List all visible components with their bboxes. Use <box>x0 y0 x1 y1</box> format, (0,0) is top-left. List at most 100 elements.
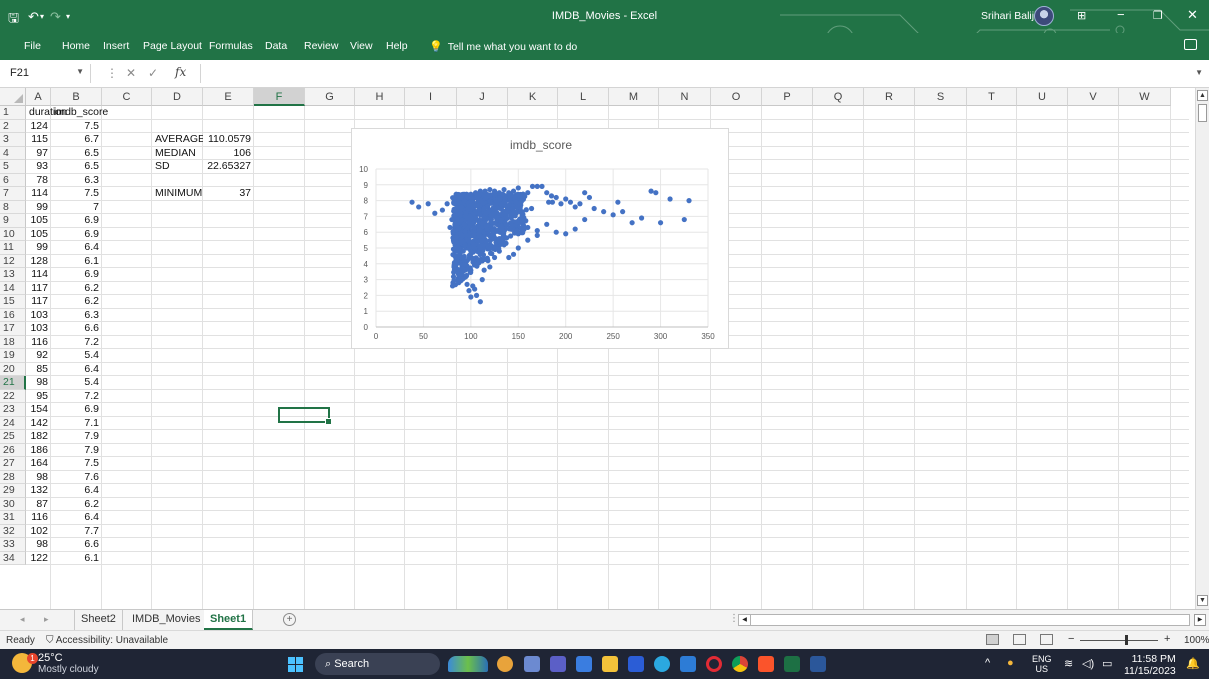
row-header[interactable]: 15 <box>0 295 26 309</box>
tab-formulas[interactable]: Formulas <box>209 40 253 52</box>
column-header-v[interactable]: V <box>1068 88 1119 106</box>
cell-a22[interactable]: 95 <box>26 390 51 404</box>
scatter-chart[interactable]: imdb_score 0 1 2 3 4 5 6 7 8 9 10 0 50 100 150 200 250 300… <box>351 128 729 349</box>
user-name[interactable]: Srihari Baliji <box>981 10 1036 22</box>
cancel-icon[interactable]: ✕ <box>126 66 136 80</box>
teams-icon[interactable] <box>550 656 566 672</box>
tell-me-search[interactable]: 💡 Tell me what you want to do <box>429 40 577 53</box>
prev-sheet-icon[interactable]: ◂ <box>20 614 25 625</box>
cell-a6[interactable]: 78 <box>26 174 51 188</box>
column-header-g[interactable]: G <box>305 88 355 106</box>
enter-icon[interactable]: ✓ <box>148 66 158 80</box>
row-header[interactable]: 25 <box>0 430 26 444</box>
notifications-icon[interactable]: 🔔 <box>1186 657 1200 670</box>
next-sheet-icon[interactable]: ▸ <box>44 614 49 625</box>
scroll-left-icon[interactable]: ◀ <box>739 615 751 625</box>
cell-a27[interactable]: 164 <box>26 457 51 471</box>
cell-a3[interactable]: 115 <box>26 133 51 147</box>
comments-icon[interactable] <box>1184 39 1197 50</box>
chevron-down-icon[interactable]: ▼ <box>76 67 84 76</box>
cell-b16[interactable]: 6.3 <box>51 309 102 323</box>
row-header[interactable]: 9 <box>0 214 26 228</box>
row-header[interactable]: 6 <box>0 173 26 187</box>
column-header-e[interactable]: E <box>203 88 254 106</box>
vertical-scrollbar[interactable]: ▲ ▼ <box>1195 88 1209 609</box>
brave-icon[interactable] <box>758 656 774 672</box>
row-header[interactable]: 21 <box>0 376 26 390</box>
column-header-p[interactable]: P <box>762 88 813 106</box>
cell-b27[interactable]: 7.5 <box>51 457 102 471</box>
cell-b31[interactable]: 6.4 <box>51 511 102 525</box>
stat-label[interactable]: MINIMUM <box>152 187 203 201</box>
sheet-tab-sheet2[interactable]: Sheet2 <box>74 610 123 630</box>
tab-file[interactable]: File <box>24 40 41 52</box>
cell-b2[interactable]: 7.5 <box>51 120 102 134</box>
expand-formula-bar-icon[interactable]: ▼ <box>1195 68 1203 77</box>
cell-b21[interactable]: 5.4 <box>51 376 102 390</box>
scroll-thumb[interactable] <box>1198 104 1207 122</box>
todo-icon[interactable] <box>680 656 696 672</box>
scroll-down-icon[interactable]: ▼ <box>1197 595 1208 606</box>
column-header-l[interactable]: L <box>558 88 609 106</box>
word-taskbar-icon[interactable] <box>810 656 826 672</box>
tab-help[interactable]: Help <box>386 40 408 52</box>
row-header[interactable]: 3 <box>0 133 26 147</box>
cell-a18[interactable]: 116 <box>26 336 51 350</box>
column-header-n[interactable]: N <box>659 88 711 106</box>
row-header[interactable]: 7 <box>0 187 26 201</box>
cell-b19[interactable]: 5.4 <box>51 349 102 363</box>
taskbar-search[interactable]: ⌕ Search <box>315 653 440 675</box>
cell-a11[interactable]: 99 <box>26 241 51 255</box>
cell-a4[interactable]: 97 <box>26 147 51 161</box>
avatar[interactable] <box>1034 6 1054 26</box>
windows-start-icon[interactable] <box>288 657 303 672</box>
row-header[interactable]: 11 <box>0 241 26 255</box>
cell-b4[interactable]: 6.5 <box>51 147 102 161</box>
cell-a29[interactable]: 132 <box>26 484 51 498</box>
column-header-i[interactable]: I <box>405 88 457 106</box>
cell-b32[interactable]: 7.7 <box>51 525 102 539</box>
column-header-t[interactable]: T <box>967 88 1017 106</box>
zoom-slider[interactable] <box>1080 640 1158 641</box>
column-header-h[interactable]: H <box>355 88 405 106</box>
row-header[interactable]: 4 <box>0 146 26 160</box>
tab-review[interactable]: Review <box>304 40 338 52</box>
row-header[interactable]: 24 <box>0 416 26 430</box>
cell-b11[interactable]: 6.4 <box>51 241 102 255</box>
horizontal-scrollbar[interactable]: ◀ ▶ <box>738 614 1206 626</box>
row-header[interactable]: 19 <box>0 349 26 363</box>
select-all-corner[interactable] <box>0 88 26 106</box>
row-header[interactable]: 20 <box>0 362 26 376</box>
stat-value[interactable]: 37 <box>203 187 254 201</box>
cell-a14[interactable]: 117 <box>26 282 51 296</box>
scroll-right-icon[interactable]: ▶ <box>1194 614 1206 626</box>
cell-b14[interactable]: 6.2 <box>51 282 102 296</box>
row-header[interactable]: 28 <box>0 470 26 484</box>
name-box[interactable]: F21 ▼ <box>6 64 91 83</box>
cell-b15[interactable]: 6.2 <box>51 295 102 309</box>
stat-value[interactable]: 110.0579 <box>203 133 254 147</box>
cell-a31[interactable]: 116 <box>26 511 51 525</box>
tab-data[interactable]: Data <box>265 40 287 52</box>
cell-a21[interactable]: 98 <box>26 376 51 390</box>
column-header-c[interactable]: C <box>102 88 152 106</box>
weather-widget[interactable]: 25°C Mostly cloudy <box>38 652 99 676</box>
system-clock[interactable]: 11:58 PM 11/15/2023 <box>1124 653 1176 677</box>
row-header[interactable]: 16 <box>0 308 26 322</box>
column-header-k[interactable]: K <box>508 88 558 106</box>
column-header-j[interactable]: J <box>457 88 508 106</box>
tray-overflow-icon[interactable]: ^ <box>985 657 990 669</box>
page-layout-view-icon[interactable] <box>1013 634 1026 645</box>
column-header-s[interactable]: S <box>915 88 967 106</box>
row-header[interactable]: 31 <box>0 511 26 525</box>
tab-home[interactable]: Home <box>62 40 90 52</box>
cell-a7[interactable]: 114 <box>26 187 51 201</box>
row-header[interactable]: 13 <box>0 268 26 282</box>
row-header[interactable]: 26 <box>0 443 26 457</box>
tab-insert[interactable]: Insert <box>103 40 129 52</box>
zoom-out-icon[interactable]: − <box>1068 633 1074 645</box>
cell-a25[interactable]: 182 <box>26 430 51 444</box>
file-explorer-icon[interactable] <box>602 656 618 672</box>
wifi-icon[interactable]: ≋ <box>1064 657 1073 670</box>
tray-app-icon[interactable]: ● <box>1007 657 1014 669</box>
